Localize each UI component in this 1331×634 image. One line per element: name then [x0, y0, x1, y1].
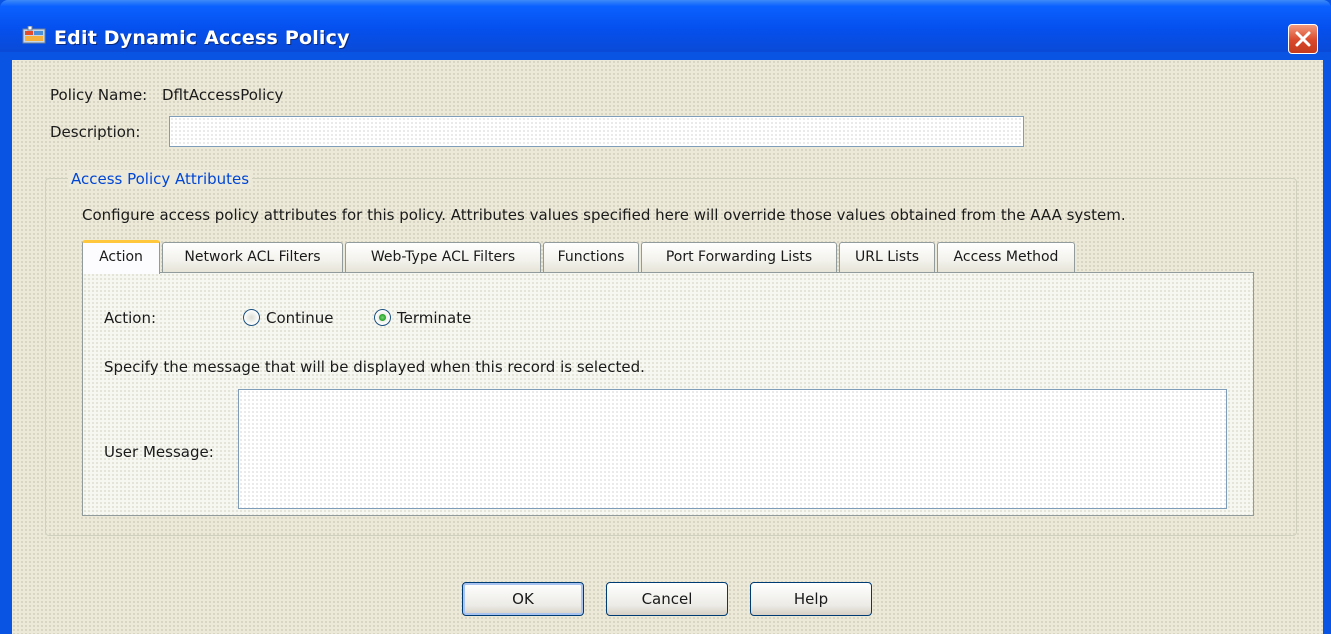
tab-access-method[interactable]: Access Method	[937, 242, 1075, 272]
tab-port-forwarding-lists[interactable]: Port Forwarding Lists	[641, 242, 837, 272]
continue-radio-label[interactable]: Continue	[266, 309, 333, 327]
user-message-label: User Message:	[104, 443, 214, 461]
ok-button[interactable]: OK	[462, 582, 584, 616]
help-button[interactable]: Help	[750, 582, 872, 616]
instructions-text: Configure access policy attributes for t…	[82, 206, 1126, 224]
app-icon	[22, 26, 46, 44]
message-hint-text: Specify the message that will be display…	[104, 358, 645, 376]
radio-selected-dot	[379, 314, 386, 321]
description-input[interactable]	[169, 116, 1024, 147]
tab-url-lists[interactable]: URL Lists	[839, 242, 935, 272]
tab-functions[interactable]: Functions	[543, 242, 639, 272]
close-icon	[1295, 31, 1311, 47]
tab-action[interactable]: Action	[82, 240, 160, 274]
tab-web-type-acl-filters[interactable]: Web-Type ACL Filters	[345, 242, 541, 272]
description-label: Description:	[50, 123, 141, 141]
terminate-radio-label[interactable]: Terminate	[397, 309, 471, 327]
tab-network-acl-filters[interactable]: Network ACL Filters	[162, 242, 343, 272]
terminate-radio[interactable]	[374, 309, 391, 326]
edit-dynamic-access-policy-dialog: Edit Dynamic Access Policy Policy Name: …	[0, 0, 1331, 634]
policy-name-value: DfltAccessPolicy	[162, 86, 284, 104]
close-button[interactable]	[1288, 24, 1318, 54]
window-title: Edit Dynamic Access Policy	[54, 27, 350, 49]
continue-radio[interactable]	[243, 309, 260, 326]
user-message-textarea[interactable]	[238, 389, 1227, 509]
policy-name-label: Policy Name:	[50, 86, 148, 104]
action-label: Action:	[104, 309, 157, 327]
group-title: Access Policy Attributes	[68, 170, 253, 188]
cancel-button[interactable]: Cancel	[606, 582, 728, 616]
title-bar[interactable]: Edit Dynamic Access Policy	[0, 0, 1331, 54]
